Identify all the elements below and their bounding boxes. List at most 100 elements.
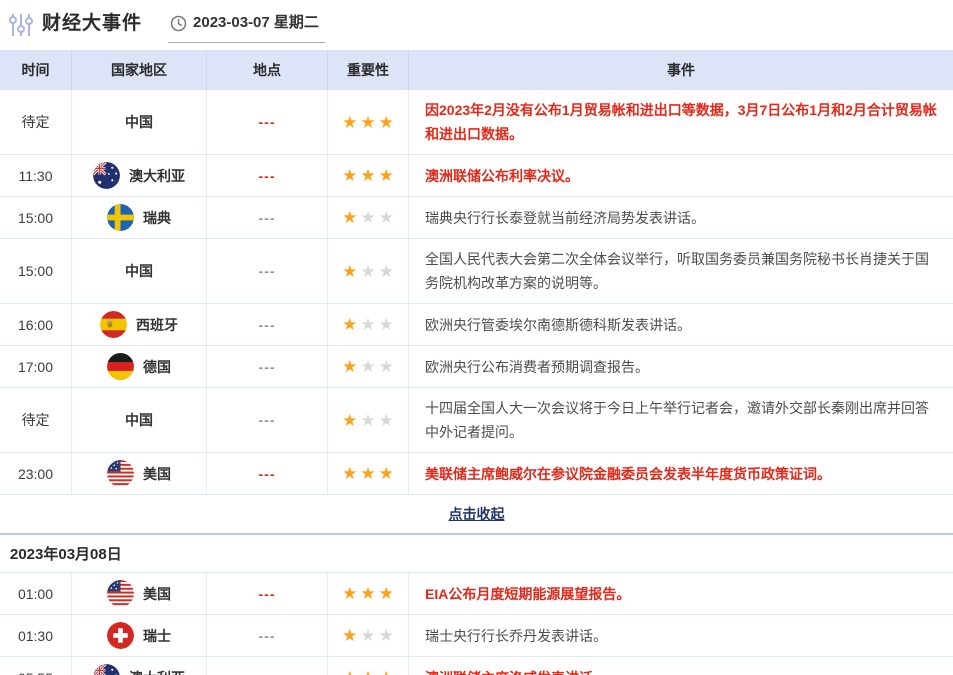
star-filled-icon: ★ (379, 585, 394, 602)
event-country: 澳大利亚 (72, 155, 207, 196)
importance-stars: ★★★ (328, 615, 409, 656)
event-country: 中国 (72, 90, 207, 154)
event-location: --- (207, 657, 328, 675)
location-placeholder: --- (259, 670, 276, 675)
importance-stars: ★★★ (328, 155, 409, 196)
event-location: --- (207, 304, 328, 345)
event-location: --- (207, 346, 328, 387)
clock-icon (170, 15, 187, 32)
event-time: 01:30 (0, 615, 72, 656)
importance-stars: ★★★ (328, 304, 409, 345)
event-row: 01:30瑞士---★★★瑞士央行行长乔丹发表讲话。 (0, 615, 953, 657)
event-description: 美联储主席鲍威尔在参议院金融委员会发表半年度货币政策证词。 (409, 453, 953, 494)
collapse-link[interactable]: 点击收起 (449, 504, 505, 524)
event-country: 美国 (72, 453, 207, 494)
event-location: --- (207, 615, 328, 656)
sliders-icon (8, 12, 34, 38)
event-description: 十四届全国人大一次会议将于今日上午举行记者会，邀请外交部长秦刚出席并回答中外记者… (409, 388, 953, 452)
location-placeholder: --- (259, 114, 276, 130)
event-location: --- (207, 573, 328, 614)
event-location: --- (207, 453, 328, 494)
event-time: 待定 (0, 388, 72, 452)
location-placeholder: --- (259, 586, 276, 602)
star-filled-icon: ★ (342, 669, 357, 675)
event-row: 16:00西班牙---★★★欧洲央行管委埃尔南德斯德科斯发表讲话。 (0, 304, 953, 346)
events-table: 时间 国家地区 地点 重要性 事件 待定中国---★★★因2023年2月没有公布… (0, 50, 953, 675)
event-description: 澳洲联储公布利率决议。 (409, 155, 953, 196)
star-filled-icon: ★ (342, 627, 357, 644)
page-header: 财经大事件 2023-03-07 星期二 (0, 0, 953, 50)
star-filled-icon: ★ (360, 167, 375, 184)
usa-flag-icon (107, 580, 143, 607)
star-filled-icon: ★ (360, 465, 375, 482)
spain-flag-icon (100, 311, 136, 338)
star-filled-icon: ★ (379, 114, 394, 131)
event-description: 澳洲联储主席洛威发表讲话。 (409, 657, 953, 675)
collapse-row: 点击收起 (0, 495, 953, 535)
star-filled-icon: ★ (360, 669, 375, 675)
events-section-today: 待定中国---★★★因2023年2月没有公布1月贸易帐和进出口等数据，3月7日公… (0, 90, 953, 495)
star-filled-icon: ★ (342, 263, 357, 280)
location-placeholder: --- (259, 628, 276, 644)
importance-stars: ★★★ (328, 197, 409, 238)
importance-stars: ★★★ (328, 346, 409, 387)
star-empty-icon: ★ (360, 316, 375, 333)
country-name: 澳大利亚 (129, 166, 185, 186)
australia-flag-icon (93, 664, 129, 675)
event-row: 15:00中国---★★★全国人民代表大会第二次全体会议举行，听取国务委员兼国务… (0, 239, 953, 304)
event-location: --- (207, 197, 328, 238)
date-tab-label: 2023-03-07 星期二 (193, 13, 319, 33)
country-name: 美国 (143, 584, 171, 604)
star-filled-icon: ★ (360, 585, 375, 602)
star-filled-icon: ★ (342, 412, 357, 429)
star-empty-icon: ★ (379, 627, 394, 644)
event-description: EIA公布月度短期能源展望报告。 (409, 573, 953, 614)
country-name: 西班牙 (136, 315, 178, 335)
events-section-next-day: 01:00美国---★★★EIA公布月度短期能源展望报告。01:30瑞士---★… (0, 573, 953, 675)
event-time: 01:00 (0, 573, 72, 614)
location-placeholder: --- (259, 412, 276, 428)
event-description: 瑞典央行行长泰登就当前经济局势发表讲话。 (409, 197, 953, 238)
sweden-flag-icon (107, 204, 143, 231)
star-filled-icon: ★ (342, 316, 357, 333)
importance-stars: ★★★ (328, 388, 409, 452)
location-placeholder: --- (259, 317, 276, 333)
event-row: 待定中国---★★★因2023年2月没有公布1月贸易帐和进出口等数据，3月7日公… (0, 90, 953, 155)
country-name: 德国 (143, 357, 171, 377)
event-country: 美国 (72, 573, 207, 614)
country-name: 中国 (125, 261, 153, 281)
country-name: 中国 (125, 112, 153, 132)
date-section-header: 2023年03月08日 (0, 535, 953, 573)
country-name: 澳大利亚 (129, 668, 185, 675)
star-empty-icon: ★ (379, 263, 394, 280)
event-description: 欧洲央行管委埃尔南德斯德科斯发表讲话。 (409, 304, 953, 345)
column-header-location: 地点 (207, 50, 328, 90)
star-filled-icon: ★ (379, 167, 394, 184)
event-description: 欧洲央行公布消费者预期调查报告。 (409, 346, 953, 387)
star-filled-icon: ★ (342, 358, 357, 375)
location-placeholder: --- (259, 359, 276, 375)
event-location: --- (207, 239, 328, 303)
country-name: 美国 (143, 464, 171, 484)
event-time: 15:00 (0, 239, 72, 303)
event-country: 澳大利亚 (72, 657, 207, 675)
country-name: 中国 (125, 410, 153, 430)
date-tab[interactable]: 2023-03-07 星期二 (168, 10, 325, 43)
page-title: 财经大事件 (42, 10, 142, 38)
economic-calendar-page: 财经大事件 2023-03-07 星期二 时间 国家地区 地点 重要性 事件 待… (0, 0, 953, 675)
event-location: --- (207, 90, 328, 154)
event-row: 11:30澳大利亚---★★★澳洲联储公布利率决议。 (0, 155, 953, 197)
table-header-row: 时间 国家地区 地点 重要性 事件 (0, 50, 953, 90)
event-country: 德国 (72, 346, 207, 387)
event-country: 瑞典 (72, 197, 207, 238)
event-time: 16:00 (0, 304, 72, 345)
event-country: 西班牙 (72, 304, 207, 345)
event-description: 全国人民代表大会第二次全体会议举行，听取国务委员兼国务院秘书长肖捷关于国务院机构… (409, 239, 953, 303)
star-filled-icon: ★ (342, 167, 357, 184)
event-row: 01:00美国---★★★EIA公布月度短期能源展望报告。 (0, 573, 953, 615)
location-placeholder: --- (259, 466, 276, 482)
event-country: 中国 (72, 388, 207, 452)
event-time: 23:00 (0, 453, 72, 494)
star-empty-icon: ★ (379, 316, 394, 333)
event-location: --- (207, 388, 328, 452)
